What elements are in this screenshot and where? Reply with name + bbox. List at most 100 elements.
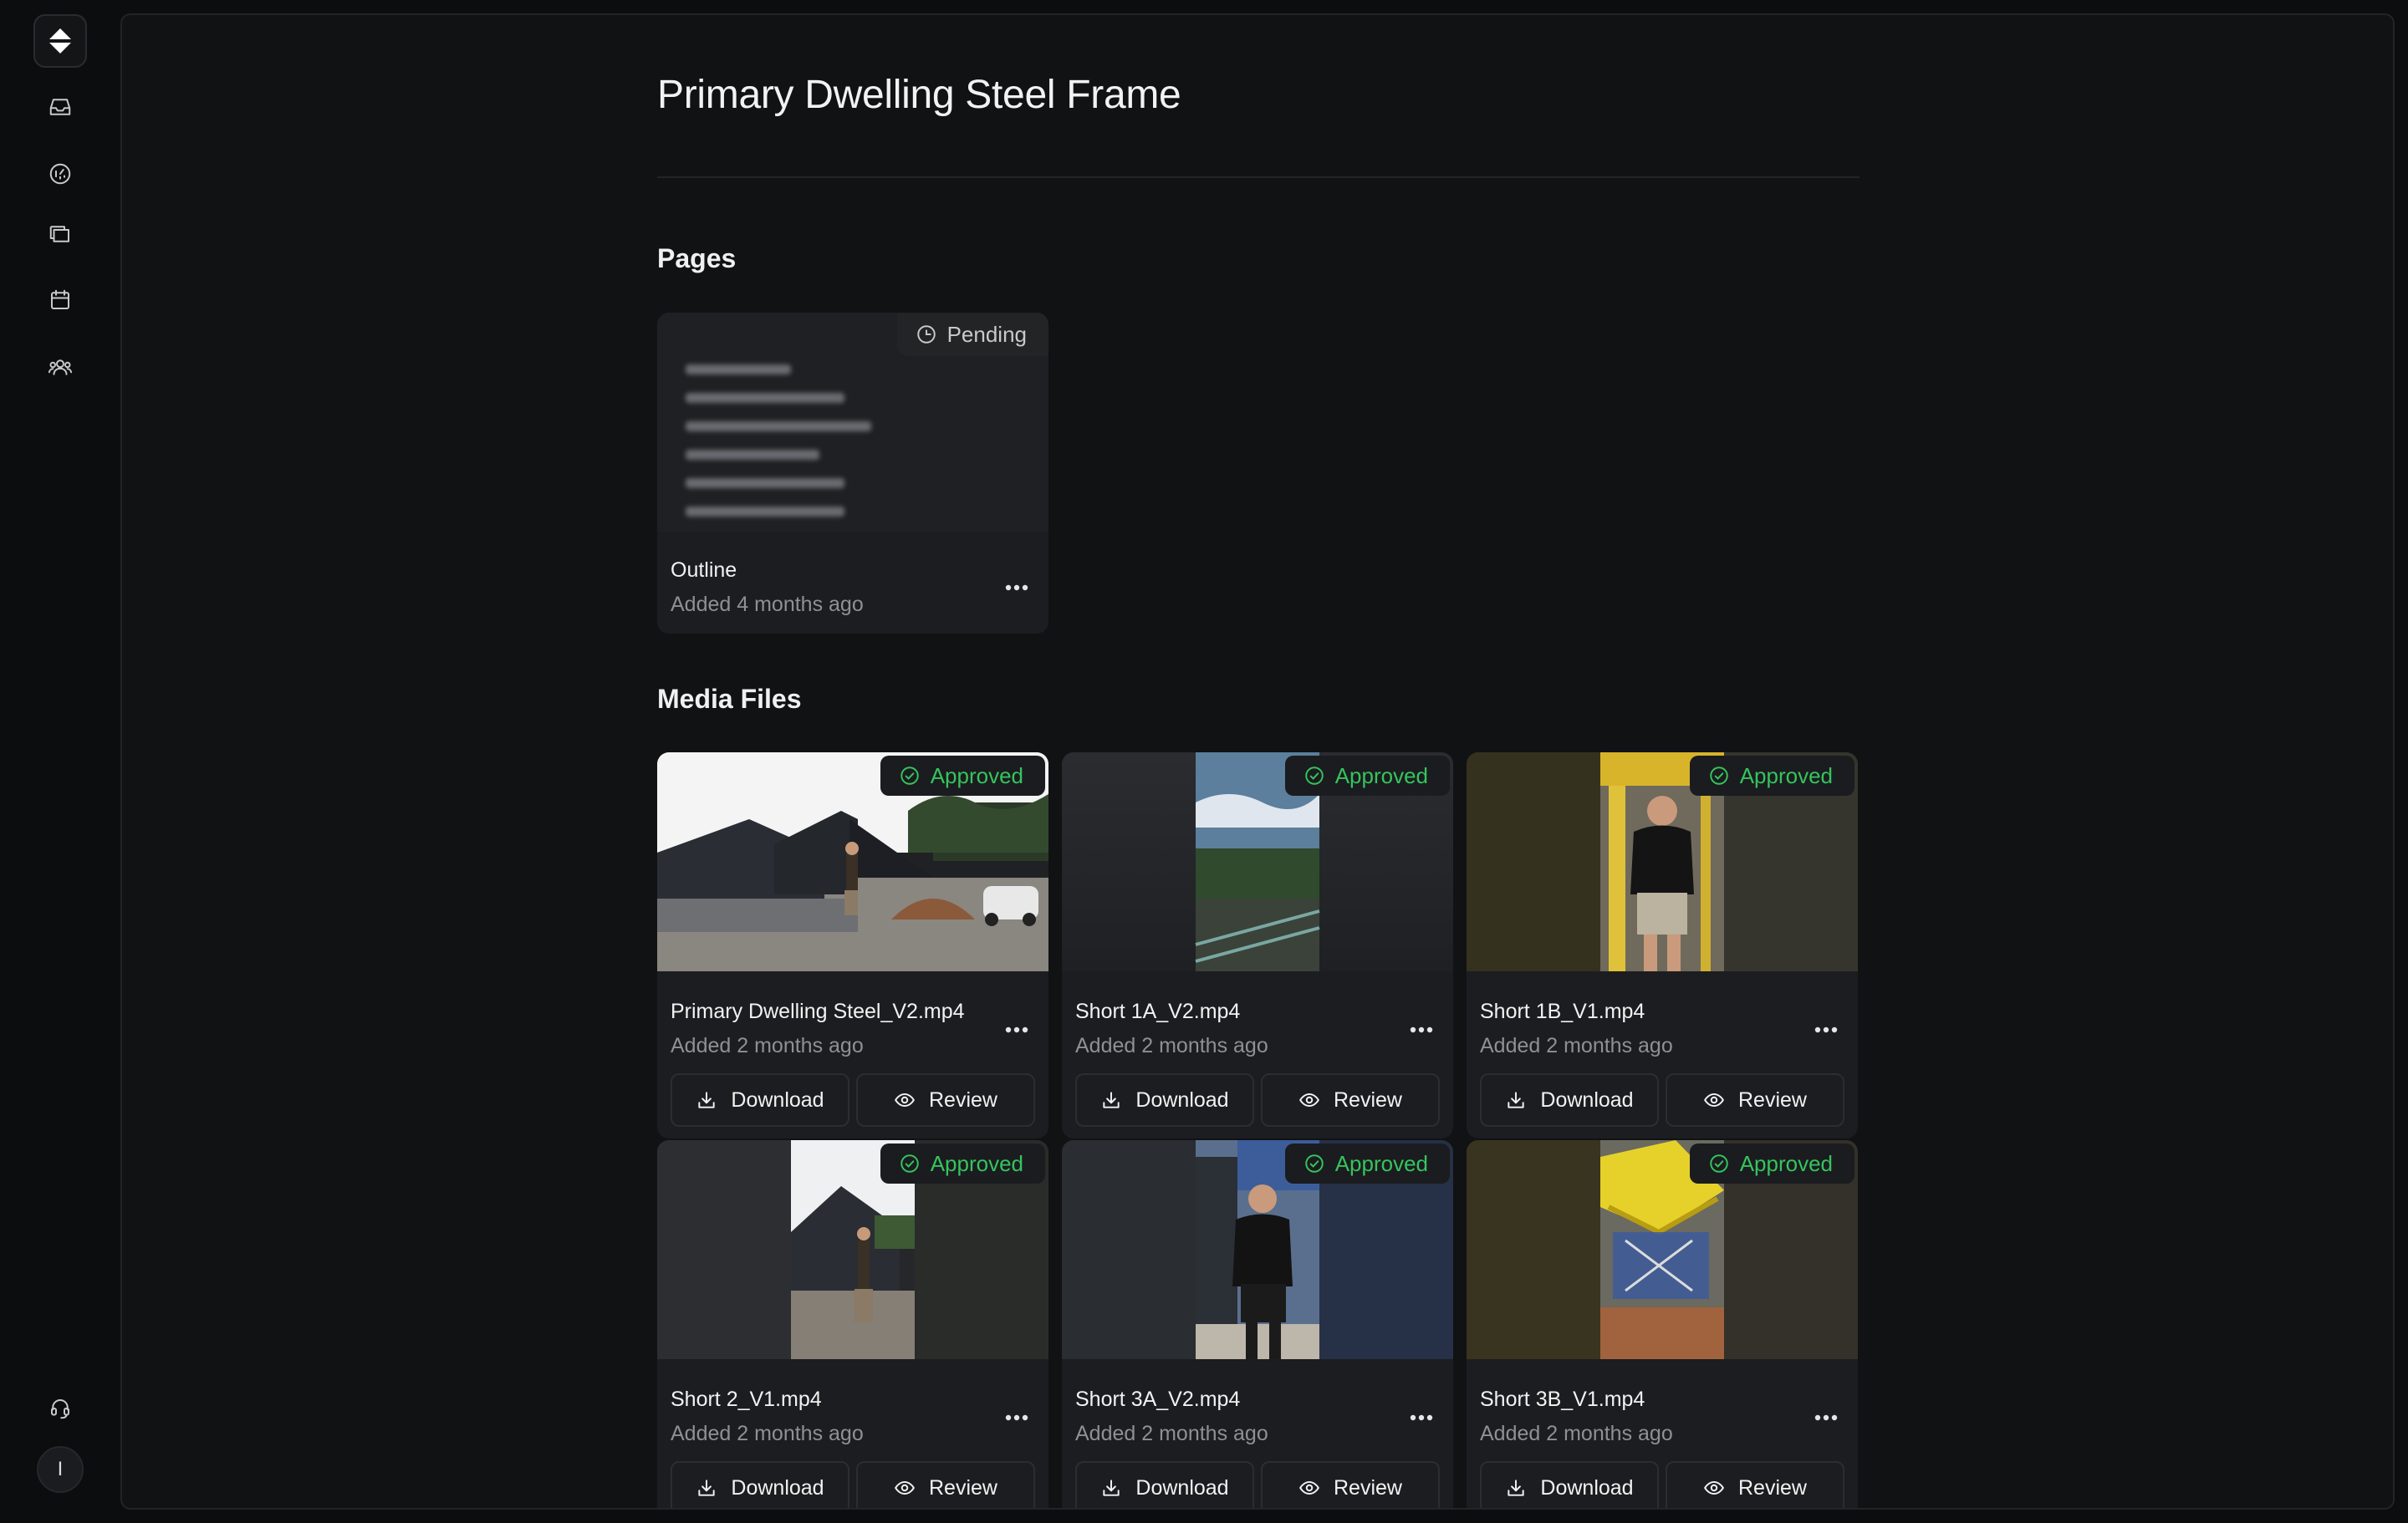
download-button[interactable]: Download [1480,1461,1659,1508]
download-button[interactable]: Download [1075,1461,1254,1508]
video-thumbnail: Approved [1062,1140,1453,1359]
download-button[interactable]: Download [1480,1073,1659,1127]
download-label: Download [1135,1087,1229,1112]
media-added-date: Added 2 months ago [671,1422,864,1445]
nav-dashboard[interactable] [40,154,80,194]
check-circle-icon [1304,767,1324,785]
media-more-button[interactable] [1000,1016,1033,1043]
avatar-initial: I [57,1458,64,1480]
download-button[interactable]: Download [671,1073,849,1127]
more-dots-icon [1005,1026,1028,1033]
media-file-name: Short 3B_V1.mp4 [1480,1388,1645,1411]
page-card-outline[interactable]: Pending Outline Added 4 months ago [657,313,1048,634]
media-card[interactable]: Approved Short 3B_V1.mp4 Added 2 months … [1467,1140,1858,1508]
media-card[interactable]: Approved Short 2_V1.mp4 Added 2 months a… [657,1140,1048,1508]
media-added-date: Added 2 months ago [1075,1422,1268,1445]
user-avatar[interactable]: I [37,1446,84,1493]
status-badge: Approved [880,756,1045,796]
download-label: Download [731,1475,824,1500]
check-circle-icon [1709,1154,1728,1173]
status-label: Approved [1334,1150,1428,1176]
status-label: Approved [1739,1150,1833,1176]
nav-support[interactable] [40,1388,80,1429]
video-thumbnail: Approved [657,752,1048,971]
team-icon [48,359,73,375]
status-label: Pending [946,321,1027,347]
review-button[interactable]: Review [1666,1073,1844,1127]
review-label: Review [1738,1475,1807,1500]
more-dots-icon [1814,1414,1838,1421]
page-thumbnail: Pending [657,313,1048,532]
nav-inbox[interactable] [40,87,80,127]
eye-icon [895,1480,915,1495]
review-button[interactable]: Review [856,1461,1035,1508]
media-card[interactable]: Approved Short 1B_V1.mp4 Added 2 months … [1467,752,1858,1138]
header-divider [657,176,1860,178]
review-button[interactable]: Review [1666,1461,1844,1508]
eye-icon [895,1093,915,1108]
video-thumbnail: Approved [1062,752,1453,971]
media-actions: Download Review [671,1073,1035,1127]
review-button[interactable]: Review [1261,1461,1440,1508]
media-file-name: Short 1B_V1.mp4 [1480,1000,1645,1023]
status-badge: Approved [1284,1144,1450,1184]
media-card[interactable]: Approved Primary Dwelling Steel_V2.mp4 A… [657,752,1048,1138]
review-button[interactable]: Review [856,1073,1035,1127]
eye-icon [1299,1093,1319,1108]
media-card[interactable]: Approved Short 3A_V2.mp4 Added 2 months … [1062,1140,1453,1508]
download-button[interactable]: Download [671,1461,849,1508]
page-added-date: Added 4 months ago [671,593,864,616]
download-label: Download [1540,1087,1634,1112]
download-icon [1103,1480,1120,1496]
media-more-button[interactable] [1809,1404,1843,1431]
media-file-name: Short 1A_V2.mp4 [1075,1000,1241,1023]
media-more-button[interactable] [1405,1404,1438,1431]
check-circle-icon [900,767,919,785]
media-added-date: Added 2 months ago [671,1034,864,1057]
download-label: Download [1540,1475,1634,1500]
page-title: Primary Dwelling Steel Frame [657,73,1181,117]
main-panel: Primary Dwelling Steel Frame Pages Pendi… [120,13,2395,1510]
media-added-date: Added 2 months ago [1480,1034,1673,1057]
media-more-button[interactable] [1405,1016,1438,1043]
nav-calendar[interactable] [40,280,80,320]
download-button[interactable]: Download [1075,1073,1254,1127]
page-name: Outline [671,558,737,582]
eye-icon [1704,1093,1724,1108]
inbox-icon [49,99,71,115]
more-dots-icon [1410,1026,1433,1033]
video-thumbnail: Approved [657,1140,1048,1359]
review-label: Review [1738,1087,1807,1112]
media-file-name: Short 3A_V2.mp4 [1075,1388,1241,1411]
check-circle-icon [900,1154,919,1173]
app-logo[interactable] [33,14,87,68]
review-button[interactable]: Review [1261,1073,1440,1127]
media-more-button[interactable] [1000,1404,1033,1431]
dashboard-gauge-icon [49,163,71,185]
media-added-date: Added 2 months ago [1075,1034,1268,1057]
download-icon [698,1480,716,1496]
eye-icon [1704,1480,1724,1495]
media-actions: Download Review [1075,1461,1440,1508]
nav-team[interactable] [40,347,80,387]
media-more-button[interactable] [1809,1016,1843,1043]
nav-projects[interactable] [40,214,80,254]
media-file-name: Primary Dwelling Steel_V2.mp4 [671,1000,965,1023]
media-added-date: Added 2 months ago [1480,1422,1673,1445]
more-dots-icon [1814,1026,1838,1033]
media-actions: Download Review [671,1461,1035,1508]
calendar-icon [51,289,69,309]
status-label: Approved [1739,762,1833,788]
folders-icon [49,226,69,242]
download-icon [1103,1092,1120,1108]
more-dots-icon [1005,584,1028,591]
status-label: Approved [1334,762,1428,788]
media-card[interactable]: Approved Short 1A_V2.mp4 Added 2 months … [1062,752,1453,1138]
media-section-title: Media Files [657,684,802,714]
media-actions: Download Review [1480,1461,1844,1508]
page-more-button[interactable] [1000,574,1033,601]
pages-section-title: Pages [657,243,737,273]
download-label: Download [1135,1475,1229,1500]
media-actions: Download Review [1480,1073,1844,1127]
status-badge: Approved [1689,756,1854,796]
